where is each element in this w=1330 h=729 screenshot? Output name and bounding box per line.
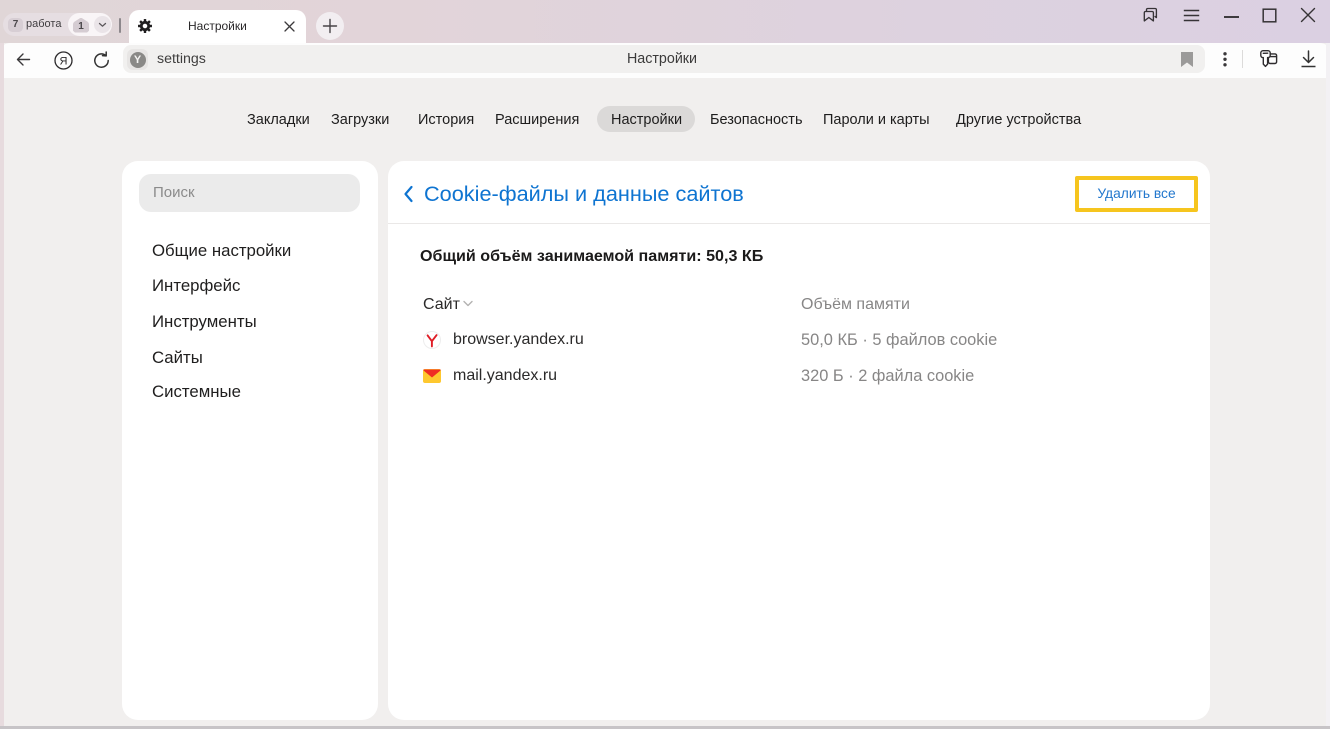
svg-text:Я: Я xyxy=(60,56,68,68)
